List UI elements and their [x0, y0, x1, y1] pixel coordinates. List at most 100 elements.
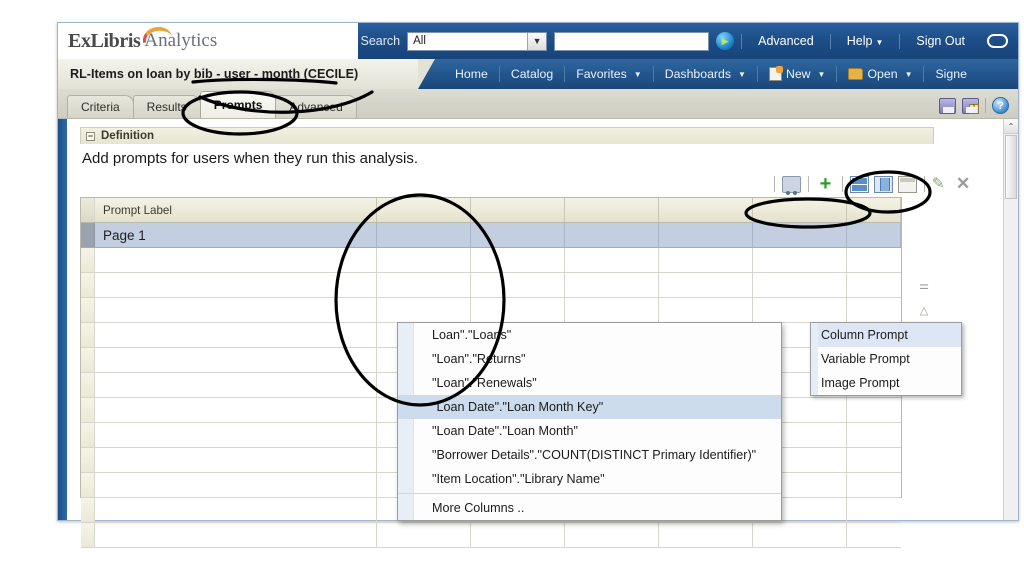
chevron-down-icon[interactable]: ▼	[527, 32, 547, 50]
cell	[95, 523, 377, 547]
table-row[interactable]	[81, 523, 901, 548]
nav-item-dashboards[interactable]: Dashboards ▼	[654, 67, 757, 81]
toolbar-divider	[808, 176, 809, 192]
chat-bubble-icon[interactable]	[987, 34, 1008, 48]
chevron-down-icon: ▼	[817, 69, 826, 79]
add-plus-icon[interactable]: +	[816, 174, 835, 194]
chevron-down-icon: ▼	[633, 69, 642, 79]
row-selector[interactable]	[81, 473, 95, 497]
cart-icon[interactable]	[782, 175, 801, 195]
cell	[471, 273, 565, 297]
cell	[565, 248, 659, 272]
tab-results[interactable]: Results	[132, 95, 201, 118]
column-header[interactable]	[471, 198, 565, 222]
column-header[interactable]	[753, 198, 847, 222]
tab-advanced[interactable]: Advanced	[275, 95, 357, 118]
layout-horizontal-icon[interactable]	[850, 175, 869, 193]
row-selector[interactable]	[81, 248, 95, 272]
layout-vertical-icon[interactable]	[874, 175, 893, 193]
menu-item-variable-prompt[interactable]: Variable Prompt	[811, 347, 961, 371]
row-selector[interactable]	[81, 423, 95, 447]
table-row[interactable]: Page 1	[81, 223, 901, 248]
help-menu[interactable]: Help ▼	[838, 34, 893, 48]
column-selection-flyout: Loan"."Loans" "Loan"."Returns" "Loan"."R…	[397, 322, 782, 521]
go-arrow-icon[interactable]: ▶	[716, 32, 735, 50]
advanced-link[interactable]: Advanced	[749, 34, 823, 48]
editor-tab-strip: Criteria Results Prompts Advanced ?	[58, 89, 1018, 119]
column-header[interactable]	[659, 198, 753, 222]
save-icon[interactable]	[939, 97, 956, 114]
scroll-up-icon[interactable]: ⌃	[1004, 119, 1018, 134]
definition-section-header: − Definition	[80, 127, 934, 144]
nav-item-signed-in-as[interactable]: Signe	[924, 67, 977, 81]
search-scope-select[interactable]: All ▼	[407, 31, 548, 51]
flyout-item-loan-returns[interactable]: "Loan"."Returns"	[398, 347, 781, 371]
nav-item-catalog[interactable]: Catalog	[500, 67, 564, 81]
scrollbar-thumb[interactable]	[1005, 135, 1017, 199]
logo-exlibris-text: ExLibris	[68, 29, 141, 52]
top-header-bar: ExLibris Analytics Search All ▼ ▶ Advanc…	[58, 23, 1018, 59]
sign-out-link[interactable]: Sign Out	[907, 34, 974, 48]
table-row[interactable]	[81, 298, 901, 323]
save-as-icon[interactable]	[962, 97, 979, 114]
tab-criteria[interactable]: Criteria	[67, 95, 134, 118]
column-header[interactable]	[565, 198, 659, 222]
help-icon[interactable]: ?	[992, 97, 1009, 114]
edit-pencil-icon[interactable]: ✎	[932, 174, 952, 193]
row-selector[interactable]	[81, 323, 95, 347]
move-up-icon[interactable]: △	[920, 306, 928, 317]
column-header-prompt-label[interactable]: Prompt Label	[95, 198, 377, 222]
table-row[interactable]	[81, 273, 901, 298]
flyout-item-more-columns[interactable]: More Columns ..	[398, 496, 781, 520]
report-title: RL-Items on loan by bib - user - month (…	[58, 59, 435, 89]
cell	[95, 373, 377, 397]
chevron-down-icon: ▼	[904, 69, 913, 79]
layout-grid-icon[interactable]	[898, 175, 917, 193]
tab-prompts[interactable]: Prompts	[199, 91, 277, 118]
row-selector[interactable]	[81, 498, 95, 522]
flyout-item-library-name[interactable]: "Item Location"."Library Name"	[398, 467, 781, 491]
cell	[471, 223, 565, 247]
flyout-item-borrower-count-distinct[interactable]: "Borrower Details"."COUNT(DISTINCT Prima…	[398, 443, 781, 467]
nav-item-open[interactable]: Open ▼	[837, 67, 923, 81]
flyout-item-loan-month[interactable]: "Loan Date"."Loan Month"	[398, 419, 781, 443]
flyout-item-loan-renewals[interactable]: "Loan"."Renewals"	[398, 371, 781, 395]
move-to-top-icon[interactable]: ⚌	[919, 281, 929, 292]
flyout-item-loan-month-key[interactable]: "Loan Date"."Loan Month Key"	[398, 395, 781, 419]
nav-item-favorites[interactable]: Favorites ▼	[565, 67, 653, 81]
cell	[847, 448, 901, 472]
row-selector[interactable]	[81, 223, 95, 247]
column-header[interactable]	[377, 198, 471, 222]
cell	[565, 273, 659, 297]
row-selector[interactable]	[81, 448, 95, 472]
vertical-scrollbar[interactable]: ⌃	[1003, 119, 1018, 520]
prompt-type-menu: Column Prompt Variable Prompt Image Prom…	[810, 322, 962, 396]
delete-x-icon[interactable]: ✕	[956, 175, 975, 193]
row-selector[interactable]	[81, 398, 95, 422]
row-selector[interactable]	[81, 348, 95, 372]
left-rail	[58, 119, 67, 520]
nav-item-new[interactable]: New ▼	[758, 66, 837, 81]
row-selector[interactable]	[81, 523, 95, 547]
nav-item-home[interactable]: Home	[444, 67, 499, 81]
cell	[377, 298, 471, 322]
flyout-item-loan-loans[interactable]: Loan"."Loans"	[398, 323, 781, 347]
cell	[95, 298, 377, 322]
cell	[847, 423, 901, 447]
prompts-pane: − Definition Add prompts for users when …	[58, 119, 1003, 548]
menu-item-image-prompt[interactable]: Image Prompt	[811, 371, 961, 395]
row-selector[interactable]	[81, 373, 95, 397]
cell	[565, 223, 659, 247]
cell	[847, 523, 901, 547]
cell	[471, 248, 565, 272]
row-selector[interactable]	[81, 273, 95, 297]
table-row[interactable]	[81, 248, 901, 273]
tool-divider	[985, 98, 986, 113]
row-selector[interactable]	[81, 298, 95, 322]
search-input[interactable]	[554, 31, 710, 51]
cell	[659, 298, 753, 322]
collapse-toggle-icon[interactable]: −	[86, 131, 95, 141]
editor-content: − Definition Add prompts for users when …	[58, 119, 1018, 548]
column-header[interactable]	[847, 198, 901, 222]
menu-item-column-prompt[interactable]: Column Prompt	[811, 323, 961, 347]
